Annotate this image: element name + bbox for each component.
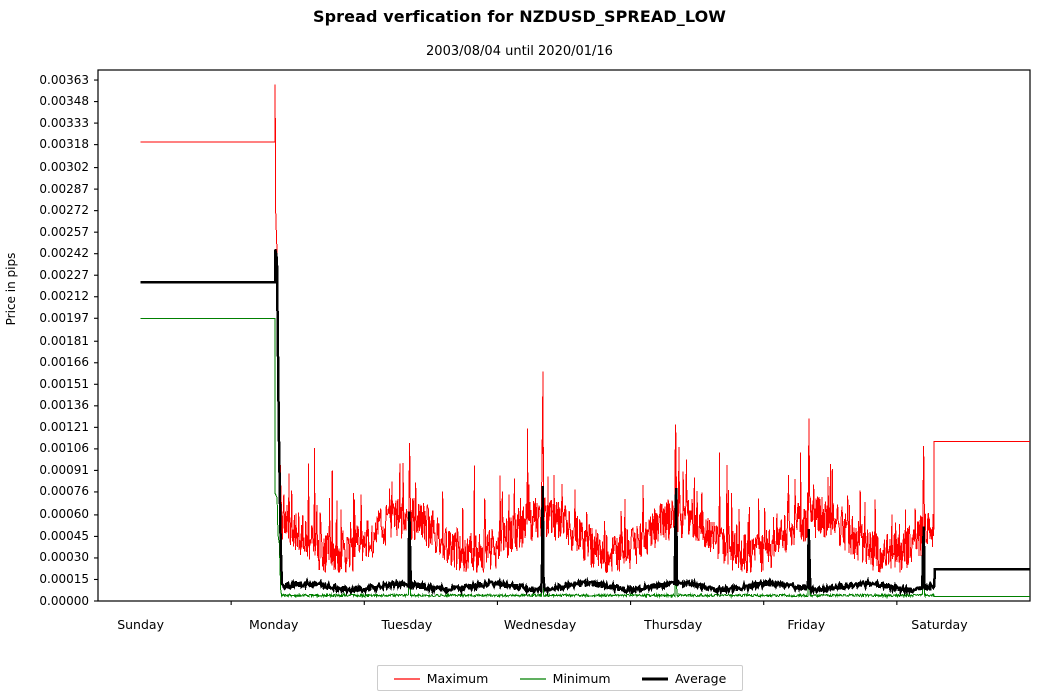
- y-tick-label: 0.00030: [39, 550, 89, 565]
- legend-swatch-maximum-icon: [393, 669, 420, 688]
- legend-item-minimum[interactable]: Minimum: [519, 669, 611, 688]
- legend-item-maximum[interactable]: Maximum: [393, 669, 489, 688]
- y-tick-label: 0.00318: [39, 137, 89, 152]
- y-tick-label: 0.00091: [39, 462, 89, 477]
- y-tick-label: 0.00227: [39, 267, 89, 282]
- y-tick-label: 0.00272: [39, 203, 89, 218]
- legend-swatch-minimum-icon: [519, 669, 546, 688]
- legend-swatch-average-icon: [641, 669, 668, 688]
- y-tick-label: 0.00166: [39, 355, 89, 370]
- y-tick-label: 0.00348: [39, 94, 89, 109]
- plot-canvas: [94, 69, 1031, 605]
- legend-label: Average: [674, 670, 727, 686]
- y-tick-label: 0.00333: [39, 115, 89, 130]
- chart-legend: Maximum Minimum Average: [377, 665, 743, 691]
- y-tick-label: 0.00287: [39, 181, 89, 196]
- y-tick-label: 0.00045: [39, 528, 89, 543]
- y-tick-label: 0.00197: [39, 310, 89, 325]
- y-tick-label: 0.00076: [39, 484, 89, 499]
- y-tick-label: 0.00242: [39, 246, 89, 261]
- y-tick-label: 0.00212: [39, 289, 89, 304]
- y-tick-label: 0.00363: [39, 72, 89, 87]
- y-tick-label: 0.00181: [39, 333, 89, 348]
- y-tick-label: 0.00060: [39, 507, 89, 522]
- legend-item-average[interactable]: Average: [641, 669, 727, 688]
- chart-figure: Spread verfication for NZDUSD_SPREAD_LOW…: [0, 0, 1039, 700]
- x-tick-label-saturday: Saturday: [911, 617, 968, 632]
- legend-label: Maximum: [426, 670, 489, 686]
- y-tick-label: 0.00302: [39, 160, 89, 175]
- y-tick-label: 0.00000: [39, 593, 89, 608]
- y-tick-label: 0.00106: [39, 441, 89, 456]
- y-tick-label: 0.00257: [39, 224, 89, 239]
- y-tick-label: 0.00151: [39, 376, 89, 391]
- legend-label: Minimum: [552, 670, 611, 686]
- y-tick-label: 0.00136: [39, 398, 89, 413]
- y-tick-label: 0.00015: [39, 571, 89, 586]
- y-tick-label: 0.00121: [39, 419, 89, 434]
